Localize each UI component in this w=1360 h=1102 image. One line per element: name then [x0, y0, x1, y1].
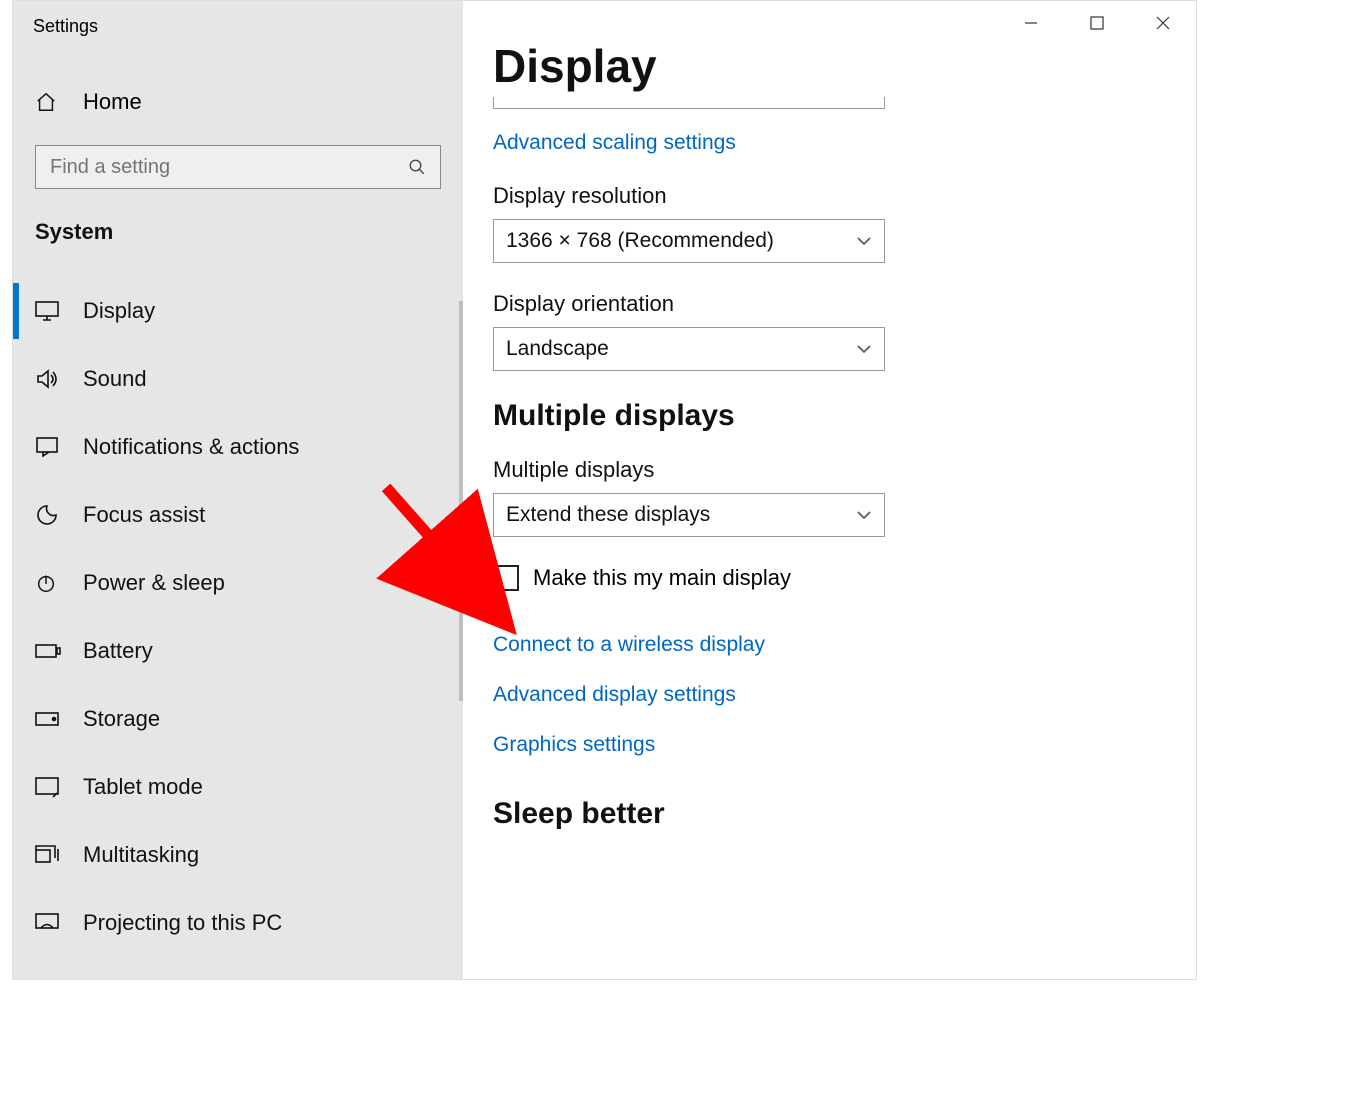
sidebar-home-label: Home: [83, 89, 142, 115]
notifications-icon: [35, 436, 61, 458]
sidebar-item-display[interactable]: Display: [13, 277, 463, 345]
sidebar-item-label: Tablet mode: [83, 774, 203, 800]
link-advanced-display[interactable]: Advanced display settings: [493, 683, 1166, 707]
projecting-icon: [35, 913, 61, 933]
link-advanced-scaling[interactable]: Advanced scaling settings: [493, 131, 736, 155]
sidebar-item-label: Display: [83, 298, 155, 324]
sidebar-item-notifications[interactable]: Notifications & actions: [13, 413, 463, 481]
orientation-value: Landscape: [506, 337, 609, 361]
sidebar-section-label: System: [13, 189, 463, 257]
chevron-down-icon: [856, 344, 872, 354]
sidebar-item-label: Sound: [83, 366, 147, 392]
multitasking-icon: [35, 844, 61, 866]
chevron-down-icon: [856, 510, 872, 520]
home-icon: [35, 91, 61, 113]
search-wrap: [13, 135, 463, 189]
sound-icon: [35, 368, 61, 390]
sidebar-home[interactable]: Home: [13, 69, 463, 135]
sleep-better-heading: Sleep better: [493, 797, 1166, 831]
sidebar-item-multitasking[interactable]: Multitasking: [13, 821, 463, 889]
link-wireless-display[interactable]: Connect to a wireless display: [493, 633, 1166, 657]
display-icon: [35, 301, 61, 321]
multiple-displays-label: Multiple displays: [493, 457, 1166, 483]
sidebar-item-label: Notifications & actions: [83, 434, 299, 460]
sidebar-item-focus-assist[interactable]: Focus assist: [13, 481, 463, 549]
sidebar: Settings Home System: [13, 1, 463, 979]
main-display-label: Make this my main display: [533, 565, 791, 591]
sidebar-item-sound[interactable]: Sound: [13, 345, 463, 413]
window-title: Settings: [13, 1, 463, 51]
close-button[interactable]: [1130, 1, 1196, 45]
main-content: Display Advanced scaling settings Displa…: [463, 1, 1196, 979]
sidebar-item-label: Focus assist: [83, 502, 205, 528]
resolution-label: Display resolution: [493, 183, 1166, 209]
chevron-down-icon: [856, 236, 872, 246]
main-display-checkbox[interactable]: [493, 565, 519, 591]
sidebar-item-label: Power & sleep: [83, 570, 225, 596]
resolution-value: 1366 × 768 (Recommended): [506, 229, 774, 253]
search-icon: [408, 158, 426, 176]
settings-window: Settings Home System: [12, 0, 1197, 980]
search-input[interactable]: [50, 156, 408, 179]
sidebar-item-label: Projecting to this PC: [83, 910, 282, 936]
window-controls: [998, 1, 1196, 45]
sidebar-item-tablet-mode[interactable]: Tablet mode: [13, 753, 463, 821]
sidebar-item-label: Multitasking: [83, 842, 199, 868]
page-title: Display: [493, 39, 1166, 93]
sidebar-item-projecting[interactable]: Projecting to this PC: [13, 889, 463, 957]
orientation-label: Display orientation: [493, 291, 1166, 317]
minimize-button[interactable]: [998, 1, 1064, 45]
multiple-displays-value: Extend these displays: [506, 503, 710, 527]
orientation-dropdown[interactable]: Landscape: [493, 327, 885, 371]
tablet-icon: [35, 777, 61, 797]
sidebar-item-storage[interactable]: Storage: [13, 685, 463, 753]
multiple-displays-dropdown[interactable]: Extend these displays: [493, 493, 885, 537]
multiple-displays-heading: Multiple displays: [493, 399, 1166, 433]
focus-assist-icon: [35, 503, 61, 527]
search-input-container[interactable]: [35, 145, 441, 189]
maximize-button[interactable]: [1064, 1, 1130, 45]
resolution-dropdown[interactable]: 1366 × 768 (Recommended): [493, 219, 885, 263]
storage-icon: [35, 711, 61, 727]
truncated-setting-box[interactable]: [493, 97, 885, 109]
sidebar-item-label: Storage: [83, 706, 160, 732]
battery-icon: [35, 643, 61, 659]
main-display-checkbox-row[interactable]: Make this my main display: [493, 565, 1166, 591]
sidebar-item-battery[interactable]: Battery: [13, 617, 463, 685]
sidebar-item-label: Battery: [83, 638, 153, 664]
sidebar-nav: Display Sound Notifications & actions Fo…: [13, 277, 463, 957]
sidebar-item-power-sleep[interactable]: Power & sleep: [13, 549, 463, 617]
link-graphics-settings[interactable]: Graphics settings: [493, 733, 1166, 757]
power-icon: [35, 572, 61, 594]
